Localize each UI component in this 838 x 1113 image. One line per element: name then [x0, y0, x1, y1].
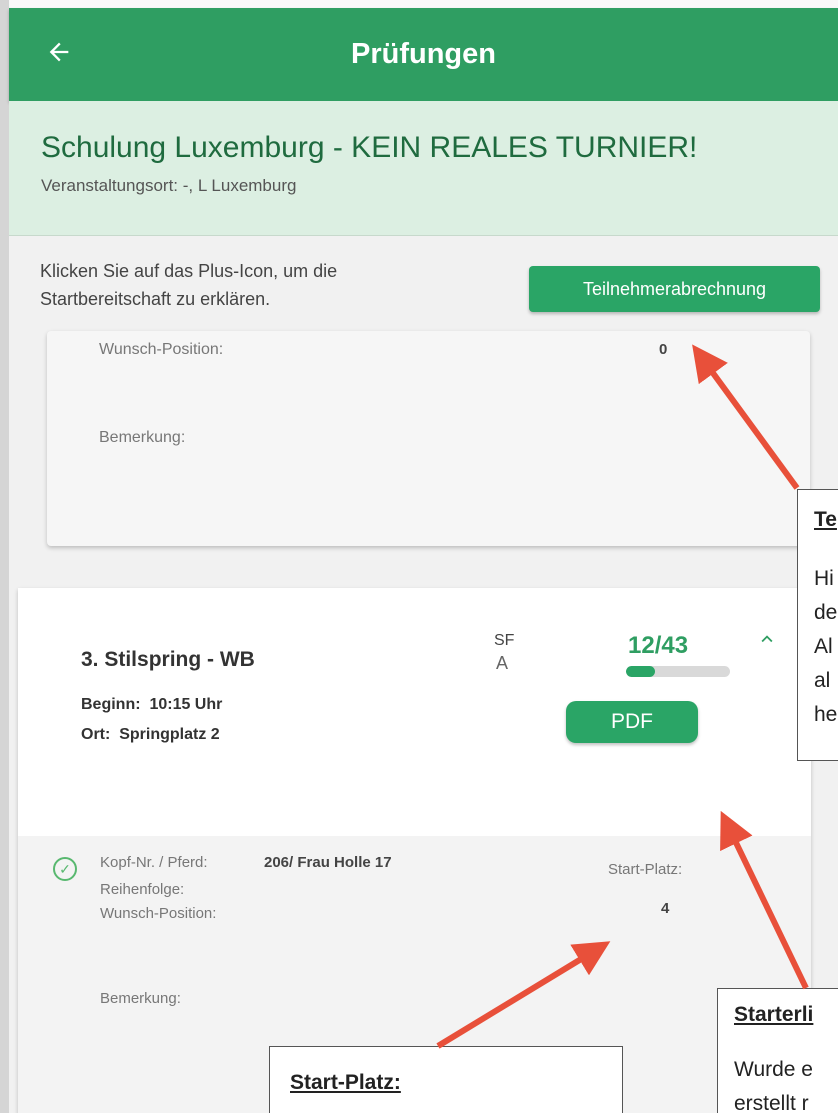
screenshot-frame: Prüfungen Schulung Luxemburg - KEIN REAL…	[0, 0, 838, 1113]
arrow-to-settlement	[692, 344, 800, 490]
arrow-to-start-place	[436, 941, 611, 1049]
arrow-to-pdf	[720, 810, 809, 990]
annotation-arrows	[436, 344, 809, 1049]
